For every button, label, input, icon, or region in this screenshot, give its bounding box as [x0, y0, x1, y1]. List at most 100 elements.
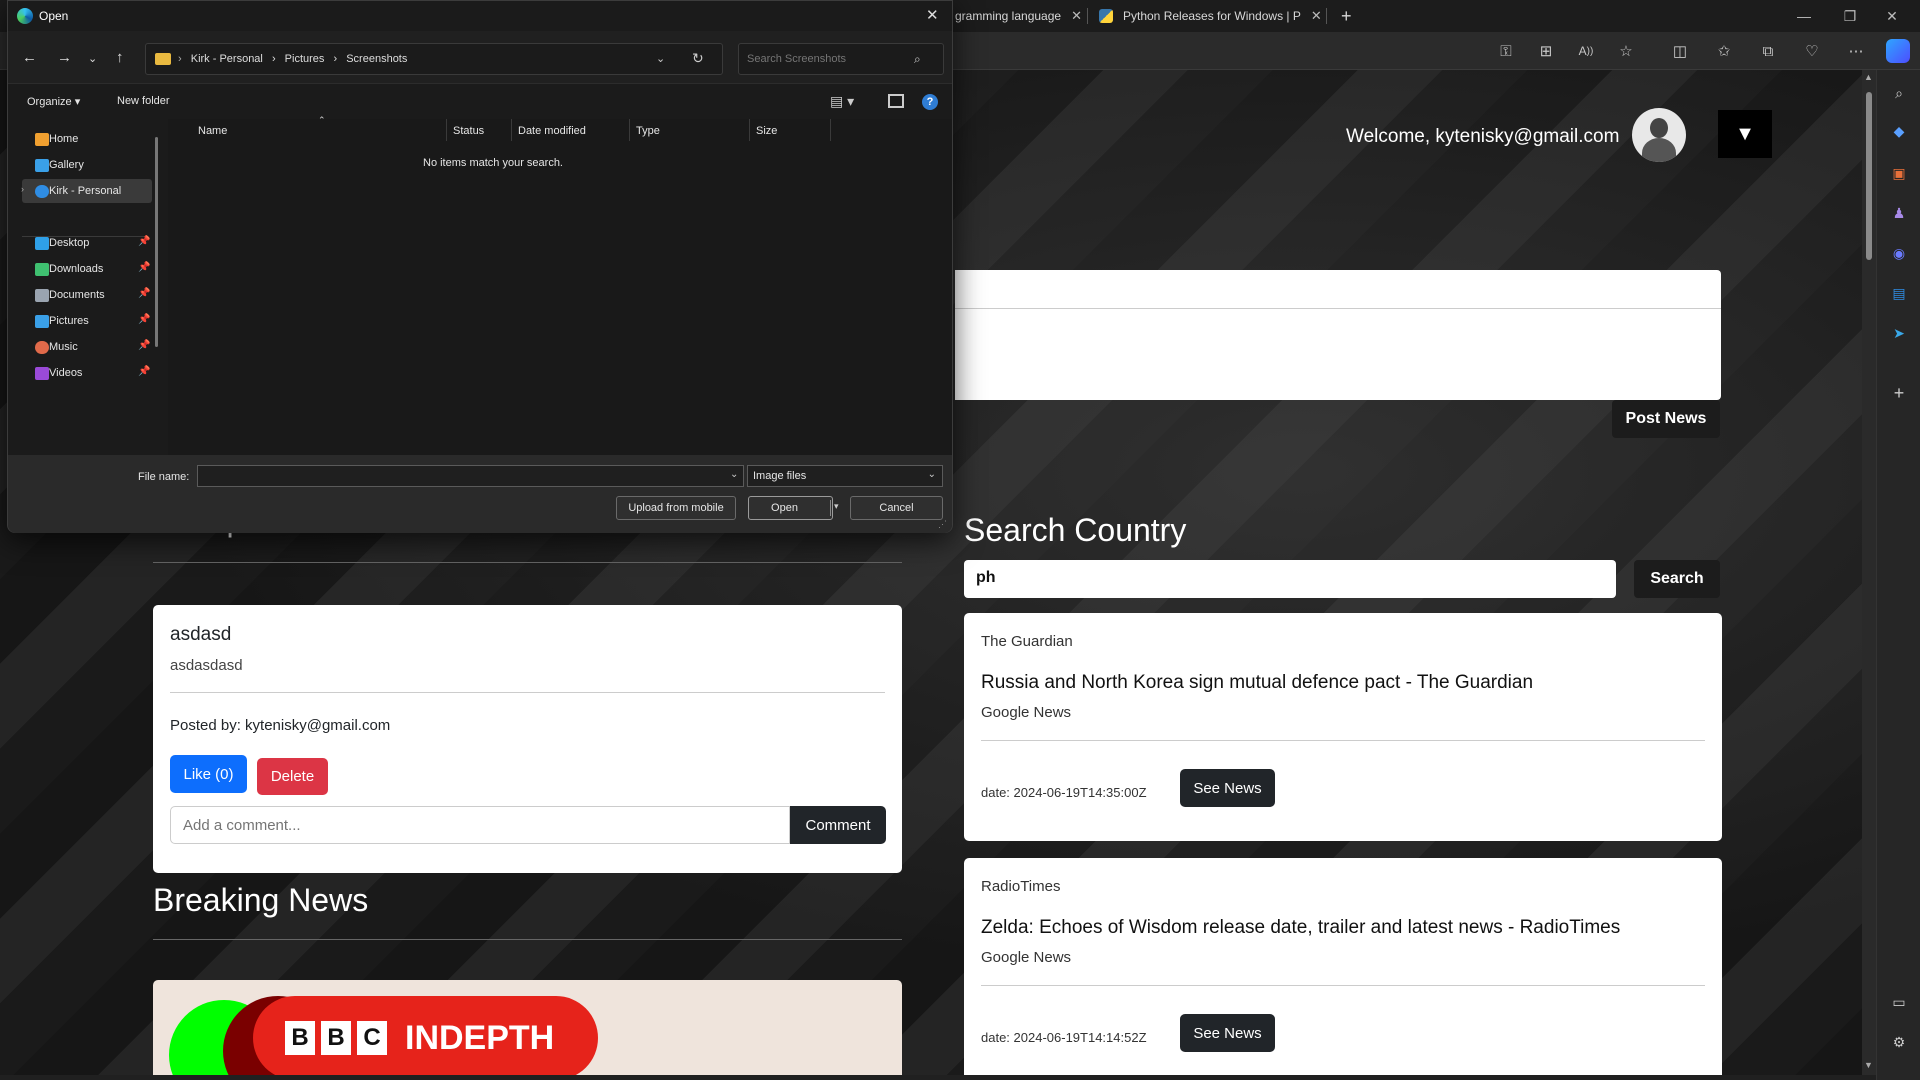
post-news-button[interactable]: Post News — [1612, 400, 1720, 438]
pin-icon[interactable]: 📌 — [138, 314, 150, 325]
breadcrumb-kirk-personal[interactable]: Kirk - Personal — [191, 53, 263, 65]
nav-item-home[interactable]: Home — [22, 127, 152, 151]
add-icon[interactable]: + — [1889, 383, 1909, 403]
forward-arrow-icon[interactable]: → — [57, 49, 72, 66]
settings-icon[interactable]: ⚙ — [1889, 1032, 1909, 1052]
refresh-icon[interactable]: ↻ — [692, 50, 704, 67]
address-dropdown-icon[interactable]: ⌄ — [656, 52, 665, 65]
file-list: Name ⌃ Status Date modified Type Size No… — [168, 115, 952, 455]
nav-item-music[interactable]: Music 📌 — [22, 335, 152, 359]
nav-item-kirk-personal[interactable]: › Kirk - Personal — [21, 179, 152, 203]
comment-button[interactable]: Comment — [790, 806, 886, 844]
see-news-button[interactable]: See News — [1180, 769, 1275, 807]
country-search-input[interactable]: ph — [964, 560, 1616, 598]
posted-by: Posted by: kytenisky@gmail.com — [170, 717, 391, 734]
copilot-sidebar-icon[interactable]: ◉ — [1889, 243, 1909, 263]
apps-icon[interactable]: ⊞ — [1536, 41, 1556, 61]
card-divider — [981, 985, 1705, 986]
back-arrow-icon[interactable]: ← — [22, 49, 37, 66]
column-type[interactable]: Type — [630, 119, 750, 141]
page-scrollbar[interactable]: ▲ ▼ — [1862, 70, 1876, 1075]
news-card: The Guardian Russia and North Korea sign… — [964, 613, 1722, 841]
pin-icon[interactable]: 📌 — [138, 366, 150, 377]
address-bar[interactable]: › Kirk - Personal › Pictures › Screensho… — [145, 43, 723, 75]
open-button[interactable]: Open ▾ — [748, 496, 839, 520]
games-icon[interactable]: ♟ — [1889, 203, 1909, 223]
more-icon[interactable]: ⋯ — [1846, 41, 1866, 61]
preview-pane-icon[interactable] — [888, 94, 904, 108]
scroll-down-icon[interactable]: ▼ — [1864, 1060, 1873, 1070]
nav-item-documents[interactable]: Documents 📌 — [22, 283, 152, 307]
open-options-arrow-icon[interactable]: ▾ — [834, 501, 839, 512]
file-type-select[interactable]: Image files ⌄ — [747, 465, 943, 487]
file-name-input[interactable] — [197, 465, 744, 487]
dialog-titlebar: Open ✕ — [8, 1, 952, 31]
download-icon — [35, 263, 49, 276]
help-icon[interactable]: ? — [922, 94, 938, 110]
new-folder-button[interactable]: New folder — [117, 95, 170, 107]
column-size[interactable]: Size — [750, 119, 831, 141]
tab-2-close-icon[interactable]: ✕ — [1311, 8, 1322, 24]
browser-essentials-icon[interactable]: ♡ — [1802, 41, 1822, 61]
shopping-icon[interactable]: ◆ — [1889, 121, 1909, 141]
tools-icon[interactable]: ▣ — [1889, 163, 1909, 183]
nav-item-pictures[interactable]: Pictures 📌 — [22, 309, 152, 333]
split-screen-icon[interactable]: ◫ — [1670, 41, 1690, 61]
pin-icon[interactable]: 📌 — [138, 288, 150, 299]
scroll-thumb[interactable] — [1866, 92, 1872, 260]
news-title-input[interactable] — [955, 270, 1721, 309]
nav-pane-scrollbar[interactable] — [155, 137, 158, 347]
screen-cast-icon[interactable]: ▭ — [1889, 992, 1909, 1012]
outlook-icon[interactable]: ▤ — [1889, 283, 1909, 303]
column-status[interactable]: Status — [447, 119, 512, 141]
expand-chevron-icon[interactable]: › — [21, 184, 24, 194]
pin-icon[interactable]: 📌 — [138, 340, 150, 351]
browser-tab-2[interactable]: Python Releases for Windows | P ✕ — [1099, 4, 1322, 28]
avatar[interactable] — [1632, 108, 1686, 162]
new-tab-icon[interactable]: + — [1341, 4, 1352, 28]
nav-item-downloads[interactable]: Downloads 📌 — [22, 257, 152, 281]
up-arrow-icon[interactable]: ↑ — [116, 49, 124, 66]
cancel-button[interactable]: Cancel — [850, 496, 943, 520]
breadcrumb-separator: › — [333, 53, 338, 65]
search-button[interactable]: Search — [1634, 560, 1720, 598]
user-menu-toggle[interactable]: ▼ — [1718, 110, 1772, 158]
breaking-news-card[interactable]: B B C INDEPTH — [153, 980, 902, 1075]
scroll-up-icon[interactable]: ▲ — [1864, 72, 1873, 82]
browser-tab-1[interactable]: gramming language ✕ — [955, 4, 1082, 28]
nav-item-desktop[interactable]: Desktop 📌 — [22, 231, 152, 255]
resize-grip-icon[interactable]: ⋰ — [938, 519, 947, 530]
tab-1-close-icon[interactable]: ✕ — [1071, 8, 1082, 24]
column-name[interactable]: Name ⌃ — [168, 115, 447, 141]
dialog-close-icon[interactable]: ✕ — [926, 6, 939, 24]
news-body-input[interactable] — [955, 309, 1721, 399]
pin-icon[interactable]: 📌 — [138, 236, 150, 247]
delete-button[interactable]: Delete — [257, 758, 328, 795]
section-divider — [153, 562, 902, 563]
window-close-icon[interactable]: ✕ — [1864, 0, 1920, 32]
breadcrumb-pictures[interactable]: Pictures — [285, 53, 325, 65]
like-button[interactable]: Like (0) — [170, 755, 247, 793]
read-aloud-icon[interactable]: A)) — [1576, 41, 1596, 61]
comment-input[interactable] — [170, 806, 790, 844]
collections-icon[interactable]: ⧉ — [1758, 41, 1778, 61]
view-options-icon[interactable]: ▤ ▾ — [830, 93, 854, 110]
telegram-icon[interactable]: ➤ — [1889, 323, 1909, 343]
favorites-icon[interactable]: ✩ — [1714, 41, 1734, 61]
upload-from-mobile-button[interactable]: Upload from mobile — [616, 496, 736, 520]
pin-icon[interactable]: 📌 — [138, 262, 150, 273]
copilot-icon[interactable] — [1886, 39, 1910, 63]
nav-item-videos[interactable]: Videos 📌 — [22, 361, 152, 385]
key-icon[interactable]: ⚿ — [1496, 41, 1516, 61]
search-icon[interactable]: ⌕ — [1889, 83, 1909, 103]
favorite-star-icon[interactable]: ☆ — [1616, 41, 1636, 61]
breadcrumb-screenshots[interactable]: Screenshots — [346, 53, 407, 65]
file-name-dropdown-icon[interactable]: ⌄ — [730, 469, 738, 480]
column-date-modified[interactable]: Date modified — [512, 119, 630, 141]
organize-menu[interactable]: Organize ▾ — [27, 95, 80, 108]
nav-item-gallery[interactable]: Gallery — [22, 153, 152, 177]
dialog-title: Open — [39, 9, 69, 23]
recent-locations-chevron-icon[interactable]: ⌄ — [88, 52, 97, 65]
see-news-button[interactable]: See News — [1180, 1014, 1275, 1052]
search-icon[interactable]: ⌕ — [914, 52, 921, 67]
